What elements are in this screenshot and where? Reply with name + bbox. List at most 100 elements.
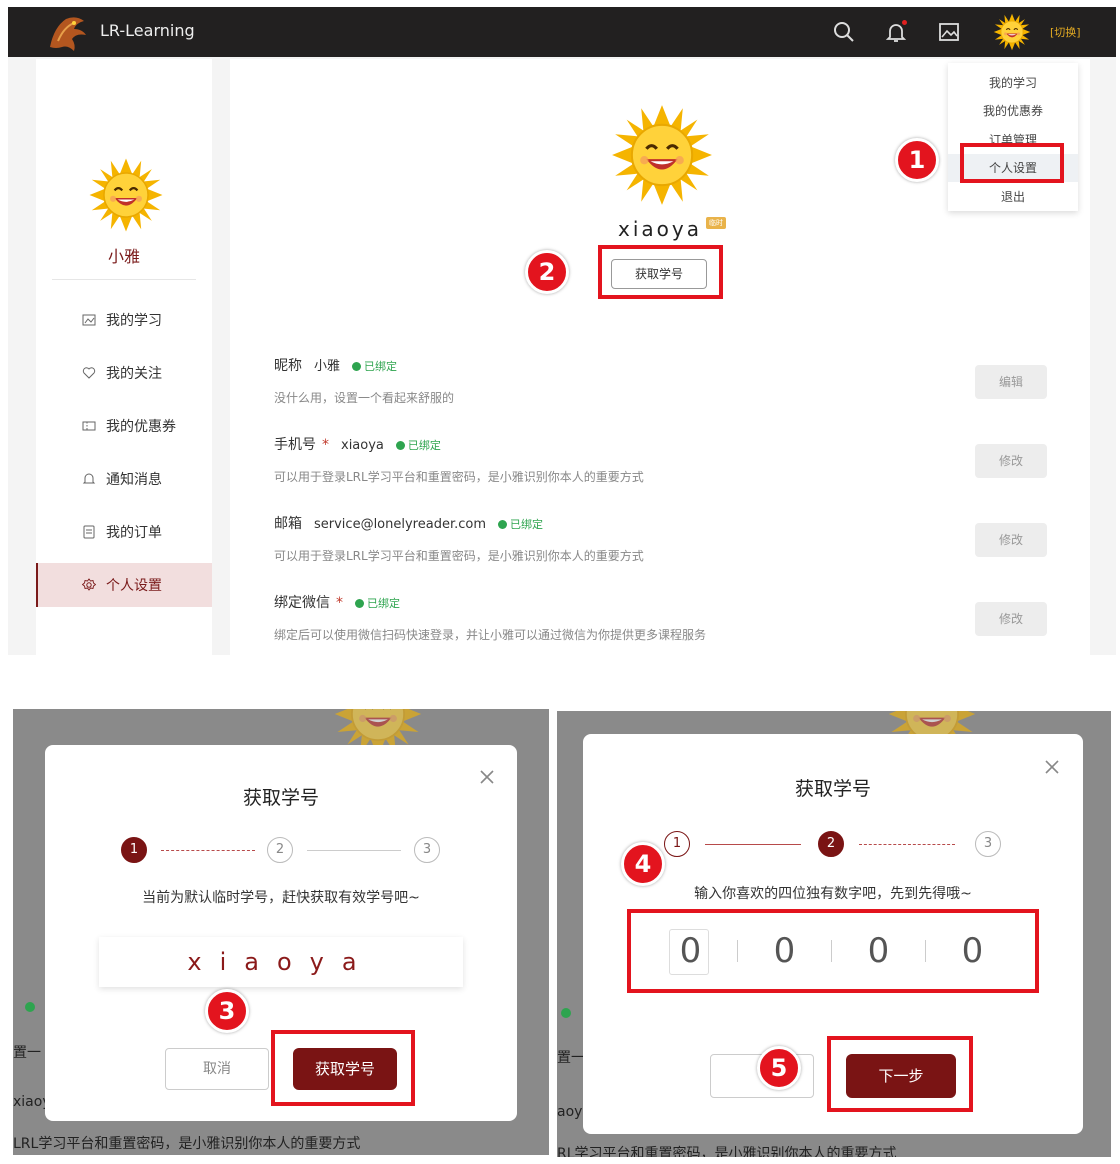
field-value: 小雅 — [314, 359, 341, 374]
step-marker-5: 5 — [757, 1046, 801, 1090]
sidebar-item-label: 我的学习 — [106, 313, 162, 329]
cancel-button[interactable]: 取消 — [165, 1048, 269, 1090]
background-text: RL学习平台和重置密码，是小雅识别你本人的重要方式 — [557, 1146, 897, 1157]
step-indicator-3: 3 — [975, 831, 1001, 857]
step-marker-1: 1 — [895, 138, 939, 182]
field-label: 邮箱 — [274, 516, 302, 532]
field-nickname: 昵称 小雅 已绑定 没什么用，设置一个看起来舒服的 编辑 — [274, 355, 1054, 435]
step-connector — [307, 850, 401, 851]
step-indicator-2: 2 — [267, 837, 293, 863]
heart-icon — [82, 367, 96, 379]
step-connector — [705, 844, 801, 845]
dialog-hint: 当前为默认临时学号，赶快获取有效学号吧~ — [142, 890, 420, 906]
user-dropdown-menu: 我的学习 我的优惠券 订单管理 个人设置 退出 — [948, 63, 1078, 211]
profile-settings-screenshot: LR-Learning [切换] 小雅 我的学习 我的关注 我的优惠券 通知消息… — [8, 7, 1116, 655]
step-marker-3: 3 — [205, 989, 249, 1033]
dialog-title: 获取学号 — [242, 787, 319, 809]
background-check-icon — [561, 1008, 571, 1018]
field-value: service@lonelyreader.com — [314, 517, 486, 532]
close-icon[interactable] — [1044, 759, 1060, 775]
get-id-modal-step2-screenshot: 置一 aoy RL学习平台和重置密码，是小雅识别你本人的重要方式 获取学号 1 … — [557, 711, 1111, 1157]
divider — [52, 279, 196, 280]
check-icon — [395, 441, 405, 450]
highlight-box — [827, 1036, 973, 1112]
modify-button[interactable]: 修改 — [975, 602, 1047, 636]
switch-link[interactable]: [切换] — [1050, 24, 1081, 40]
bound-status: 已绑定 — [395, 439, 441, 452]
step-indicator-1: 1 — [664, 831, 690, 857]
coupon-icon — [82, 421, 96, 431]
field-label: 昵称 — [274, 358, 302, 374]
field-value: xiaoya — [341, 438, 384, 453]
close-icon[interactable] — [479, 769, 495, 785]
field-description: 没什么用，设置一个看起来舒服的 — [274, 391, 455, 405]
brand-name[interactable]: LR-Learning — [100, 21, 195, 40]
sidebar-avatar — [88, 157, 164, 233]
field-phone: 手机号 * xiaoya 已绑定 可以用于登录LRL学习平台和重置密码，是小雅识别你本… — [274, 434, 1054, 514]
notification-dot — [902, 20, 907, 25]
check-icon — [498, 520, 507, 529]
sidebar-item-label: 个人设置 — [106, 578, 162, 594]
edit-button[interactable]: 编辑 — [975, 365, 1047, 399]
highlight-box — [598, 245, 723, 299]
field-email: 邮箱 service@lonelyreader.com 已绑定 可以用于登录LRL学… — [274, 513, 1054, 593]
required-mark: * — [322, 437, 329, 453]
background-text: 置一 — [557, 1050, 585, 1066]
modify-button[interactable]: 修改 — [975, 523, 1047, 557]
sidebar-item-my-follows[interactable]: 我的关注 — [36, 351, 212, 395]
highlight-box — [960, 143, 1064, 183]
temporary-badge: 临时 — [706, 217, 726, 229]
sidebar: 小雅 我的学习 我的关注 我的优惠券 通知消息 我的订单 个人设置 — [36, 59, 212, 655]
step-indicator-2: 2 — [818, 831, 844, 857]
modify-button[interactable]: 修改 — [975, 444, 1047, 478]
sidebar-item-my-learning[interactable]: 我的学习 — [36, 298, 212, 342]
field-description: 可以用于登录LRL学习平台和重置密码，是小雅识别你本人的重要方式 — [274, 470, 644, 484]
sidebar-item-my-orders[interactable]: 我的订单 — [36, 510, 212, 554]
background-text: LRL学习平台和重置密码，是小雅识别你本人的重要方式 — [13, 1136, 361, 1152]
step-connector — [859, 844, 955, 845]
sidebar-item-personal-settings[interactable]: 个人设置 — [36, 563, 212, 607]
gear-icon — [82, 578, 96, 591]
field-label: 绑定微信 — [274, 595, 330, 611]
bound-status: 已绑定 — [352, 360, 397, 373]
sidebar-item-my-coupons[interactable]: 我的优惠券 — [36, 404, 212, 448]
dropdown-item-my-learning[interactable]: 我的学习 — [948, 69, 1078, 97]
sidebar-item-label: 我的优惠券 — [106, 419, 176, 435]
background-check-icon — [25, 1002, 35, 1012]
sidebar-item-notifications[interactable]: 通知消息 — [36, 457, 212, 501]
student-id-display: xiaoya — [99, 937, 463, 987]
image-icon[interactable] — [937, 20, 961, 44]
dialog-hint: 输入你喜欢的四位独有数字吧，先到先得哦~ — [694, 886, 972, 902]
highlight-box — [271, 1030, 415, 1106]
search-icon[interactable] — [832, 20, 856, 44]
user-avatar[interactable] — [993, 13, 1031, 51]
check-icon — [352, 362, 362, 371]
sidebar-item-label: 我的关注 — [106, 366, 162, 382]
dialog-title: 获取学号 — [794, 778, 871, 800]
sidebar-item-label: 通知消息 — [106, 472, 162, 488]
profile-username: xiaoya — [618, 217, 702, 241]
bound-status: 已绑定 — [498, 518, 543, 531]
get-id-modal-step1-screenshot: 置一 xiaoy LRL学习平台和重置密码，是小雅识别你本人的重要方式 获取学号… — [13, 709, 549, 1155]
order-icon — [83, 525, 95, 539]
step-connector — [161, 850, 255, 851]
chart-icon — [82, 314, 96, 326]
dragon-logo-icon — [50, 17, 86, 51]
bell-icon — [82, 473, 96, 484]
field-label: 手机号 — [274, 437, 316, 453]
dropdown-item-my-coupons[interactable]: 我的优惠券 — [948, 97, 1078, 125]
step-indicator-3: 3 — [414, 837, 440, 863]
background-text: aoy — [557, 1104, 583, 1120]
top-navigation-bar: LR-Learning [切换] — [8, 7, 1116, 57]
field-wechat: 绑定微信 * 已绑定 绑定后可以使用微信扫码快速登录，并让小雅可以通过微信为你提供更… — [274, 592, 1054, 655]
profile-avatar[interactable] — [610, 103, 714, 207]
background-text: 置一 — [13, 1045, 41, 1061]
field-description: 绑定后可以使用微信扫码快速登录，并让小雅可以通过微信为你提供更多课程服务 — [274, 628, 707, 642]
step-marker-4: 4 — [621, 842, 665, 886]
required-mark: * — [336, 595, 343, 611]
step-indicator-1: 1 — [121, 837, 147, 863]
dropdown-item-logout[interactable]: 退出 — [948, 183, 1078, 211]
bound-status: 已绑定 — [355, 597, 400, 610]
check-icon — [355, 599, 364, 608]
step-marker-2: 2 — [525, 250, 569, 294]
